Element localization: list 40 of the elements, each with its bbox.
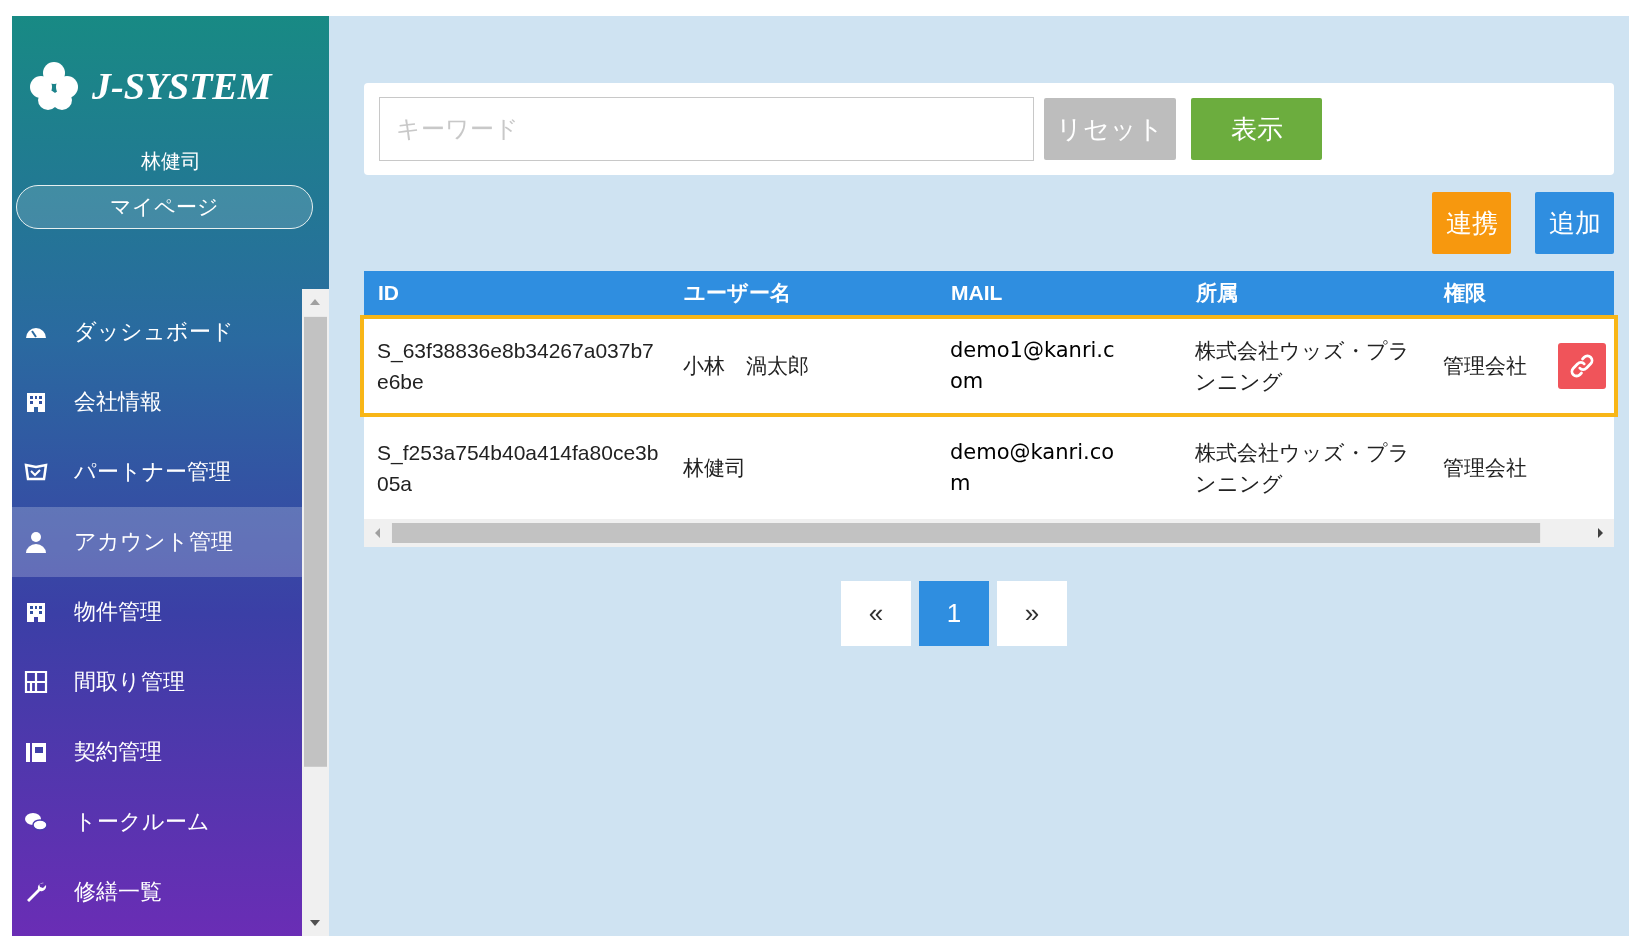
table-cell-text: S_f253a754b40a414fa80ce3b05a	[376, 439, 660, 497]
column-header: MAIL	[950, 281, 1004, 305]
sidebar-item[interactable]: 間取り管理	[12, 647, 302, 717]
column-header: ユーザー名	[683, 280, 792, 306]
sidebar-item[interactable]: アカウント管理	[12, 507, 302, 577]
table-cell-text: 株式会社ウッズ・プランニング	[1194, 439, 1411, 497]
sidebar-item[interactable]: ダッシュボード	[12, 297, 302, 367]
link-button[interactable]	[1558, 343, 1606, 389]
user-name: 林健司	[139, 149, 202, 174]
book-icon	[24, 740, 48, 764]
sidebar-item[interactable]: トークルーム	[12, 787, 302, 857]
sidebar-item[interactable]: 会社情報	[12, 367, 302, 437]
sidebar-item[interactable]: 契約管理	[12, 717, 302, 787]
person-icon	[24, 530, 48, 554]
table-cell-text: 林健司	[682, 455, 747, 482]
grid-icon	[24, 670, 48, 694]
table-cell-text: S_63f38836e8b34267a037b7e6be	[376, 337, 655, 395]
chain-link-icon	[1569, 353, 1595, 379]
column-header: 所属	[1195, 280, 1239, 306]
table-cell-text: demo@kanri.com	[949, 438, 1116, 497]
column-header: ID	[377, 281, 400, 305]
sidebar-item[interactable]: パートナー管理	[12, 437, 302, 507]
building-icon	[24, 390, 48, 414]
table-cell-text: 管理会社	[1442, 455, 1528, 482]
page-button[interactable]: «	[841, 581, 911, 646]
sidebar-item[interactable]: 修繕一覧	[12, 857, 302, 927]
clover-logo-icon	[28, 60, 80, 112]
table-row[interactable]: S_f253a754b40a414fa80ce3b05a 林健司 demo@kanri.com 株式会社ウッズ・プランニング 管理会社	[360, 417, 1618, 519]
table-cell-text: 株式会社ウッズ・プランニング	[1194, 337, 1411, 395]
building-icon	[24, 600, 48, 624]
chat-icon	[24, 810, 48, 834]
logo-text: J-SYSTEM	[92, 64, 272, 108]
page-button[interactable]: »	[997, 581, 1067, 646]
table-cell-text: demo1@kanri.com	[949, 336, 1116, 395]
sidebar-item[interactable]: 物件管理	[12, 577, 302, 647]
column-header: 権限	[1442, 280, 1487, 306]
table-cell-text: 管理会社	[1442, 353, 1528, 380]
table-cell-text: 小林 渦太郎	[682, 353, 810, 380]
mypage-button[interactable]: マイページ	[16, 185, 313, 229]
table-row[interactable]: S_63f38836e8b34267a037b7e6be 小林 渦太郎 demo1@kanri.com 株式会社ウッズ・プランニング 管理会社	[360, 315, 1618, 417]
